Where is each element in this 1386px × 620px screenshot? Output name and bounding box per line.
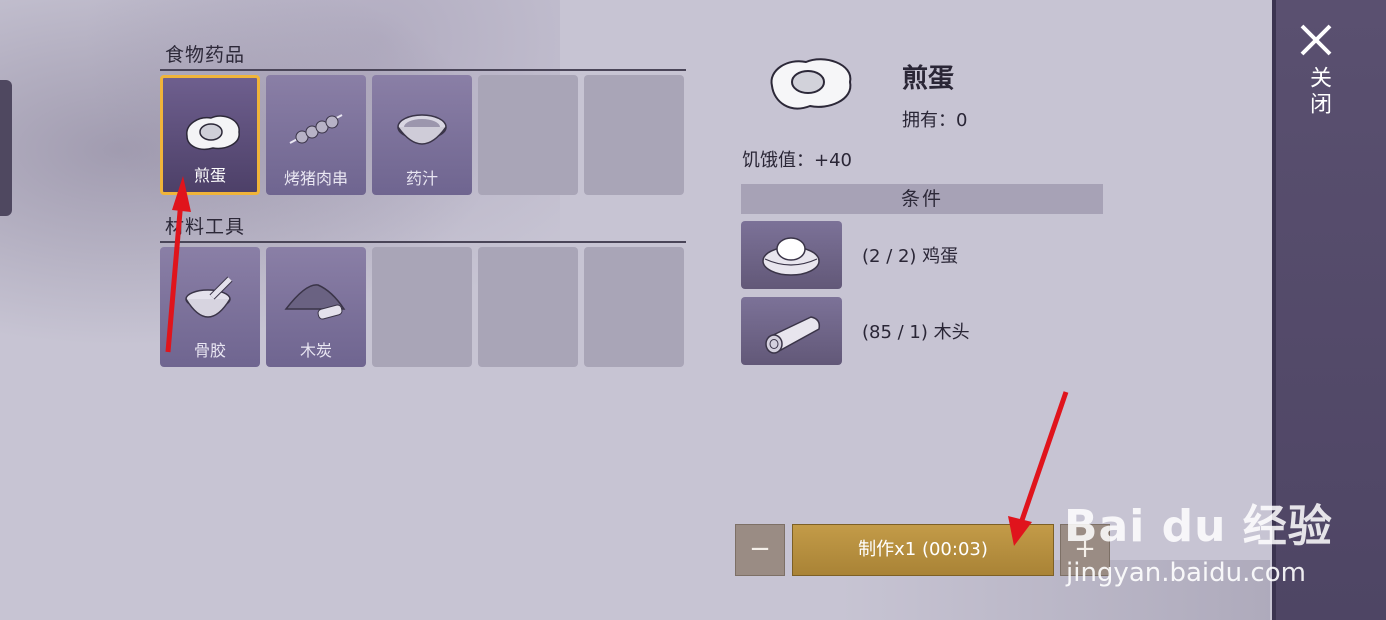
watermark-logo: Bai du 经验	[1064, 501, 1333, 552]
owned-count: 拥有：0	[902, 110, 968, 131]
hunger-value: 饥饿值：+40	[742, 150, 852, 171]
pork-skewer-icon	[289, 114, 343, 144]
left-edge-tab[interactable]	[0, 80, 12, 216]
empty-slot	[372, 247, 472, 367]
empty-slot	[584, 75, 684, 195]
watermark-url: jingyan.baidu.com	[1066, 558, 1306, 588]
empty-slot	[584, 247, 684, 367]
item-slot-charcoal[interactable]: 木炭	[266, 247, 366, 367]
item-slot-pork-skewer[interactable]: 烤猪肉串	[266, 75, 366, 195]
item-label: 煎蛋	[193, 166, 226, 185]
empty-slot	[478, 75, 578, 195]
medicine-bowl-icon	[397, 114, 447, 145]
section-title-food: 食物药品	[165, 44, 246, 66]
egg-nest-icon	[762, 237, 820, 276]
empty-slot	[478, 247, 578, 367]
item-slot-medicine[interactable]: 药汁	[372, 75, 472, 195]
decrease-button[interactable]: −	[735, 524, 785, 576]
fried-egg-icon	[186, 115, 240, 150]
craft-button[interactable]: 制作x1 (00:03)	[792, 524, 1054, 576]
item-slot-bone-glue[interactable]: 骨胶	[160, 247, 260, 367]
item-slot-fried-egg[interactable]: 煎蛋	[160, 75, 260, 195]
item-label: 骨胶	[193, 341, 226, 360]
item-label: 药汁	[405, 169, 438, 188]
wood-log-icon	[765, 316, 821, 354]
section-divider	[160, 241, 686, 243]
material-slot-egg[interactable]	[741, 221, 842, 289]
fried-egg-icon	[770, 58, 852, 110]
item-label: 烤猪肉串	[283, 169, 348, 188]
section-divider	[160, 69, 686, 71]
material-slot-wood[interactable]	[741, 297, 842, 365]
condition-wood-text: (85 / 1) 木头	[862, 322, 970, 343]
item-name: 煎蛋	[902, 64, 955, 94]
condition-egg-text: (2 / 2) 鸡蛋	[862, 246, 959, 267]
close-icon[interactable]	[1298, 22, 1334, 58]
section-title-materials: 材料工具	[165, 216, 246, 238]
item-label: 木炭	[299, 341, 332, 360]
close-label[interactable]: 关闭	[1300, 66, 1334, 118]
conditions-header: 条件	[741, 184, 1103, 214]
mortar-pestle-icon	[185, 276, 233, 318]
arrow-down-icon	[1008, 391, 1069, 546]
charcoal-pile-icon	[284, 284, 346, 320]
